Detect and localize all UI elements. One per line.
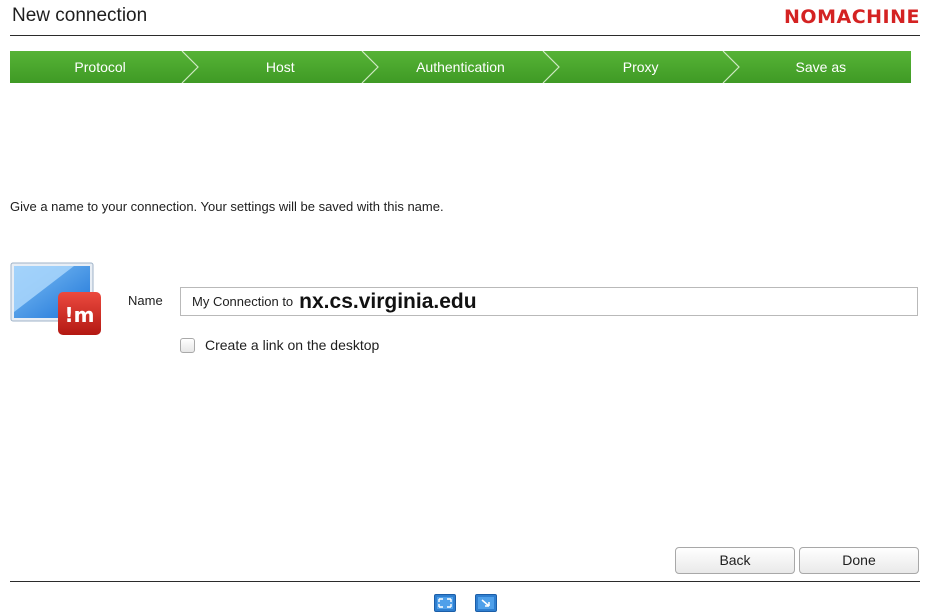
done-button[interactable]: Done	[799, 547, 919, 574]
back-button[interactable]: Back	[675, 547, 795, 574]
svg-text:!m: !m	[65, 303, 95, 327]
wizard-steps: Protocol Host Authentication Proxy Save …	[10, 51, 911, 83]
fullscreen-icon[interactable]	[434, 594, 456, 612]
step-label: Proxy	[622, 59, 659, 75]
desktop-link-option[interactable]: Create a link on the desktop	[180, 337, 379, 353]
step-save-as[interactable]: Save as	[731, 51, 911, 83]
instruction-text: Give a name to your connection. Your set…	[10, 199, 444, 214]
name-value-host: nx.cs.virginia.edu	[299, 289, 477, 313]
desktop-link-checkbox[interactable]	[180, 337, 195, 353]
page-title: New connection	[12, 5, 148, 26]
step-label: Protocol	[74, 59, 126, 75]
name-label: Name	[128, 293, 163, 308]
step-protocol[interactable]: Protocol	[10, 51, 200, 83]
step-host[interactable]: Host	[190, 51, 380, 83]
resize-window-icon[interactable]	[475, 594, 497, 612]
step-proxy[interactable]: Proxy	[551, 51, 740, 83]
desktop-link-label[interactable]: Create a link on the desktop	[205, 337, 379, 353]
connection-name-input[interactable]: My Connection to nx.cs.virginia.edu	[180, 287, 918, 316]
step-label: Host	[265, 59, 295, 75]
step-label: Authentication	[416, 59, 505, 75]
nomachine-logo: NOMACHINE	[784, 6, 920, 28]
nomachine-connection-icon: !m	[10, 262, 101, 335]
name-value-prefix: My Connection to	[192, 294, 294, 309]
step-authentication[interactable]: Authentication	[370, 51, 560, 83]
header: New connection NOMACHINE	[10, 0, 920, 36]
footer-divider	[10, 581, 920, 582]
step-label: Save as	[795, 59, 847, 75]
